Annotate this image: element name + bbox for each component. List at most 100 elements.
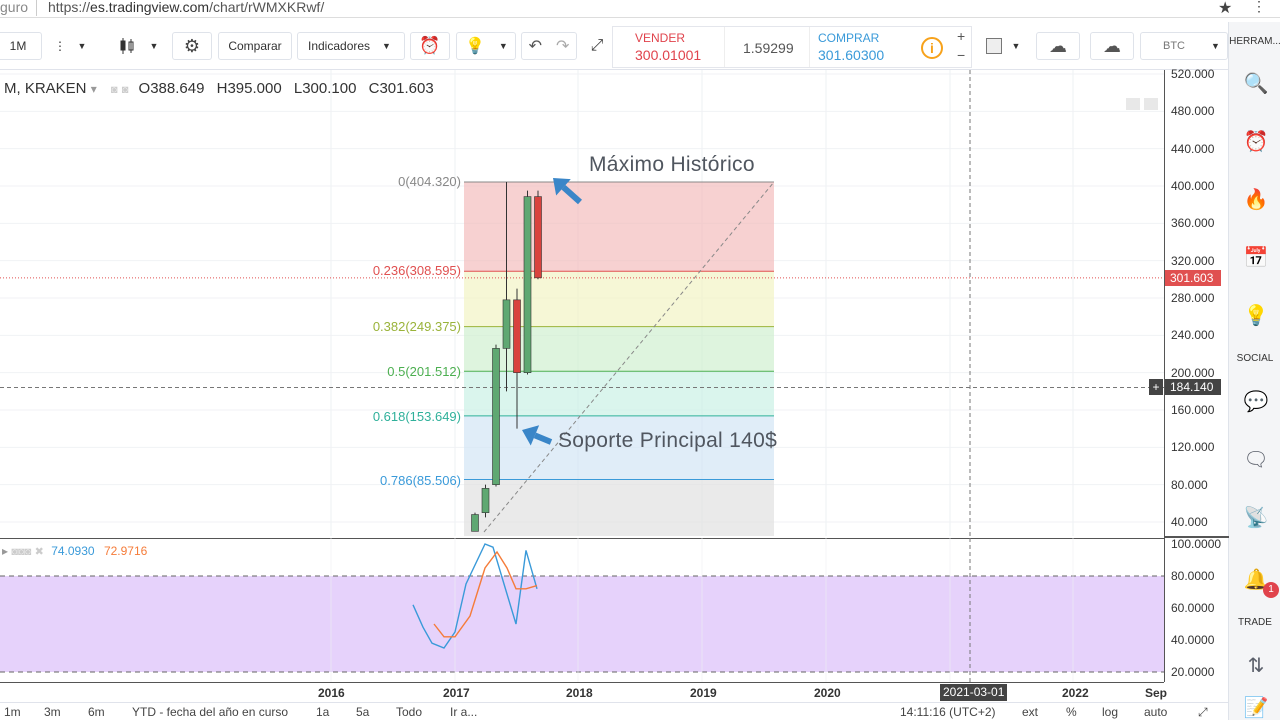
currency-select[interactable]: BTC ▼ <box>1140 32 1228 60</box>
buy-button[interactable]: COMPRAR 301.60300 <box>809 27 913 67</box>
candle-body <box>502 299 511 349</box>
compare-button[interactable]: Comparar <box>218 32 292 60</box>
clock-timezone[interactable]: 14:11:16 (UTC+2) <box>900 705 996 719</box>
symbol-name: M, KRAKEN <box>4 80 87 97</box>
undo-redo-group: ↶ ↷ <box>521 32 577 60</box>
stoch-d-value: 72.9716 <box>103 544 148 558</box>
indicator-legend: ▸ ◙◙◙ ✖ 74.0930 72.9716 <box>2 544 147 558</box>
price-tick: 160.000 <box>1171 403 1215 417</box>
candle-body <box>513 299 521 373</box>
notes-icon[interactable]: 📝 <box>1243 694 1269 720</box>
ath-annotation[interactable]: Máximo Histórico <box>589 153 755 177</box>
trade-arrows-icon[interactable]: ⇅ <box>1243 652 1269 678</box>
indicators-label: Indicadores <box>308 39 371 53</box>
indicators-button[interactable]: Indicadores ▼ <box>297 32 405 60</box>
indicator-tick: 20.0000 <box>1171 665 1215 679</box>
sell-label: VENDER <box>635 31 686 45</box>
support-annotation[interactable]: Soporte Principal 140$ <box>558 429 777 453</box>
goto-date[interactable]: Ir a... <box>450 705 477 719</box>
browser-menu-icon[interactable]: ⋮ <box>1252 0 1266 15</box>
percent-toggle[interactable]: % <box>1066 705 1077 719</box>
alert-add-button[interactable]: ⏰ <box>410 32 450 60</box>
url-divider <box>36 0 37 16</box>
alarm-clock-icon[interactable]: ⏰ <box>1243 128 1269 154</box>
legend-open-label: O <box>138 80 151 97</box>
load-cloud-button[interactable]: ☁ <box>1036 32 1080 60</box>
tools-header: HERRAM... <box>1229 36 1280 47</box>
square-icon <box>985 38 1002 54</box>
legend-high-label: H <box>216 80 228 97</box>
bookmark-star-icon[interactable]: ★ <box>1218 0 1232 18</box>
time-axis[interactable]: 2016 2017 2018 2019 2020 2021-03-01 2022 Sep <box>0 682 1167 702</box>
settings-button[interactable]: ⚙ <box>172 32 212 60</box>
ext-toggle[interactable]: ext <box>1022 705 1038 719</box>
price-tick: 200.000 <box>1171 365 1215 380</box>
time-tick: 2018 <box>566 686 593 700</box>
buy-label: COMPRAR <box>818 31 880 45</box>
chat-icon[interactable]: 💬 <box>1243 388 1269 414</box>
redo-icon[interactable]: ↷ <box>556 36 569 56</box>
legend-eye-icon[interactable]: ◙ <box>111 84 118 96</box>
indicator-tick: 100.0000 <box>1171 537 1222 551</box>
address-field[interactable]: https://es.tradingview.com/chart/rWMXKRw… <box>48 0 324 15</box>
current-price-label: 301.603 <box>1165 269 1221 286</box>
candles-icon <box>120 38 134 54</box>
calendar-icon[interactable]: 📅 <box>1243 244 1269 270</box>
auto-toggle[interactable]: auto <box>1144 705 1167 719</box>
compare-label: Comparar <box>228 39 282 53</box>
fullscreen-icon[interactable]: ⤢ <box>582 32 612 60</box>
social-header: SOCIAL <box>1236 353 1274 364</box>
price-chart-svg[interactable] <box>0 70 1164 536</box>
interval-button[interactable]: 1M <box>0 32 42 60</box>
pane-maximize-icon[interactable] <box>1144 98 1158 110</box>
info-icon[interactable]: i <box>921 37 943 59</box>
light-theme-button[interactable]: 💡 ▼ <box>456 32 516 60</box>
range-5y[interactable]: 5a <box>356 705 369 719</box>
time-tick: 2022 <box>1062 686 1089 700</box>
price-tick: 320.000 <box>1171 253 1215 268</box>
pane-divider[interactable] <box>1165 536 1229 538</box>
candle-body <box>523 196 532 373</box>
chart-type-button[interactable]: ▼ <box>108 32 168 60</box>
sell-button[interactable]: VENDER 300.01001 <box>613 27 725 67</box>
range-1m[interactable]: 1m <box>4 705 21 719</box>
ideas-icon[interactable]: 🗨 <box>1243 446 1269 472</box>
alarm-plus-icon: ⏰ <box>419 36 441 55</box>
minus-icon[interactable]: − <box>957 47 965 63</box>
watchlist-search-icon[interactable]: 🔍 <box>1243 70 1269 96</box>
flame-icon[interactable]: 🔥 <box>1243 186 1269 212</box>
expand-icon[interactable]: ⤢ <box>1198 705 1208 720</box>
range-all[interactable]: Todo <box>396 705 422 719</box>
undo-icon[interactable]: ↶ <box>529 36 542 56</box>
drawing-style-button[interactable]: ▼ <box>976 32 1030 60</box>
save-cloud-button[interactable]: ☁ <box>1090 32 1134 60</box>
price-tick: 360.000 <box>1171 216 1215 231</box>
interval-label: 1M <box>9 39 27 53</box>
broadcast-icon[interactable]: 📡 <box>1243 504 1269 530</box>
stochastic-svg[interactable] <box>0 538 1164 682</box>
log-toggle[interactable]: log <box>1102 705 1118 719</box>
url-path: /chart/rWMXKRwf/ <box>209 0 325 15</box>
range-ytd[interactable]: YTD - fecha del año en curso <box>132 705 288 719</box>
range-3m[interactable]: 3m <box>44 705 61 719</box>
legend-settings-icon[interactable]: ◙ <box>122 84 129 96</box>
pane-collapse-icon[interactable] <box>1126 98 1140 110</box>
plus-icon[interactable]: + <box>957 28 965 44</box>
price-tick: 280.000 <box>1171 291 1215 305</box>
add-alert-plus-icon[interactable]: + <box>1149 379 1163 396</box>
lightbulb-icon[interactable]: 💡 <box>1243 302 1269 328</box>
main-chart-pane[interactable]: M, KRAKEN ▾ ◙ ◙ O388.649 H395.000 L300.1… <box>0 70 1164 536</box>
indicator-eye-icon[interactable]: ◙◙◙ <box>11 546 31 558</box>
range-6m[interactable]: 6m <box>88 705 105 719</box>
stochastic-pane[interactable]: ▸ ◙◙◙ ✖ 74.0930 72.9716 <box>0 538 1164 682</box>
more-vertical-icon[interactable]: ⋮ <box>52 32 68 60</box>
range-1y[interactable]: 1a <box>316 705 329 719</box>
symbol-legend: M, KRAKEN ▾ ◙ ◙ O388.649 H395.000 L300.1… <box>4 80 434 97</box>
indicator-close-icon[interactable]: ✖ <box>35 546 44 558</box>
legend-dropdown-icon[interactable]: ▾ <box>91 82 97 96</box>
indicator-dropdown-icon[interactable]: ▸ <box>2 544 11 558</box>
chevron-down-icon[interactable]: ▼ <box>74 32 90 60</box>
price-axis[interactable]: 520.000 480.000 440.000 400.000 360.000 320.0… <box>1149 67 1229 682</box>
legend-low-label: L <box>293 80 303 97</box>
gear-icon: ⚙ <box>183 35 201 56</box>
